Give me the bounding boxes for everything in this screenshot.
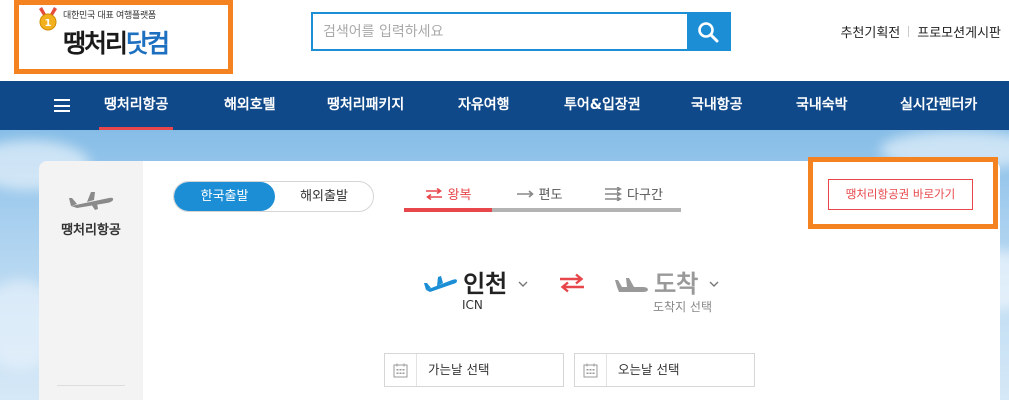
tab-one-way-label: 편도 bbox=[538, 188, 563, 203]
main-nav: 땡처리항공 해외호텔 땡처리패키지 자유여행 투어&입장권 국내항공 국내숙박 … bbox=[0, 81, 1009, 130]
side-tab-label: 땡처리항공 bbox=[61, 223, 121, 238]
chevron-down-icon bbox=[709, 281, 719, 287]
logo-tagline: 대한민국 대표 여행플랫폼 bbox=[63, 11, 156, 21]
nav-item-overseas-hotel[interactable]: 해외호텔 bbox=[224, 81, 276, 130]
origin-city: 인천 bbox=[463, 270, 508, 298]
nav-item-domestic-flight[interactable]: 국내항공 bbox=[691, 81, 743, 130]
flight-deals-shortcut-button[interactable]: 땡처리항공권 바로가기 bbox=[828, 179, 973, 210]
depart-date-field[interactable]: 가는날 선택 bbox=[384, 353, 564, 387]
departure-toggle: 한국출발 해외출발 bbox=[173, 181, 374, 212]
calendar-icon bbox=[583, 363, 598, 377]
nav-item-package[interactable]: 땡처리패키지 bbox=[327, 81, 404, 130]
swap-icon[interactable] bbox=[559, 273, 585, 293]
tab-multi-city[interactable]: 다구간 bbox=[586, 179, 681, 212]
toggle-korea-departure[interactable]: 한국출발 bbox=[174, 182, 275, 211]
return-date-field[interactable]: 오는날 선택 bbox=[574, 353, 755, 387]
top-links: 추천기획전 프로모션게시판 bbox=[840, 22, 1001, 41]
search-button[interactable] bbox=[687, 14, 729, 49]
origin-code: ICN bbox=[462, 298, 483, 312]
shortcut-highlight: 땡처리항공권 바로가기 bbox=[808, 157, 998, 229]
toggle-overseas-departure[interactable]: 해외출발 bbox=[275, 182, 373, 211]
destination-hint: 도착지 선택 bbox=[653, 300, 713, 314]
nav-item-free-travel[interactable]: 자유여행 bbox=[458, 81, 510, 130]
departure-plane-icon bbox=[424, 276, 457, 292]
medal-number: 1 bbox=[45, 18, 52, 29]
calendar-icon bbox=[393, 363, 408, 377]
top-link-recommended[interactable]: 추천기획전 bbox=[840, 22, 900, 41]
search-icon bbox=[698, 21, 719, 42]
side-tab-flight[interactable]: 땡처리항공 bbox=[39, 161, 143, 400]
return-date-label: 오는날 선택 bbox=[618, 362, 680, 377]
top-link-divider bbox=[908, 26, 910, 37]
tab-one-way[interactable]: 편도 bbox=[492, 179, 586, 212]
menu-icon[interactable] bbox=[54, 99, 70, 112]
search-input[interactable] bbox=[313, 14, 687, 49]
search-bar bbox=[311, 12, 731, 51]
site-header: 1 대한민국 대표 여행플랫폼 땡처리닷컴 추천기획전 프로모션게시판 bbox=[0, 0, 1009, 81]
airplane-icon bbox=[69, 192, 114, 210]
origin-selector[interactable]: 인천 ICN bbox=[424, 264, 528, 312]
depart-date-icon-cell bbox=[385, 354, 417, 386]
destination-selector[interactable]: 도착 도착지 선택 bbox=[615, 264, 719, 314]
top-link-promotion[interactable]: 프로모션게시판 bbox=[917, 22, 1001, 41]
multi-city-icon bbox=[605, 186, 622, 201]
flight-search-card: 한국출발 해외출발 왕복 편도 다구간 땡처리항공권 바로가기 인천 ICN 도… bbox=[143, 157, 1000, 400]
tab-multi-city-label: 다구간 bbox=[627, 188, 663, 203]
round-trip-icon bbox=[425, 187, 442, 200]
logo[interactable]: 1 대한민국 대표 여행플랫폼 땡처리닷컴 bbox=[14, 0, 233, 74]
return-date-icon-cell bbox=[575, 354, 607, 386]
logo-wordmark: 땡처리닷컴 bbox=[63, 24, 170, 60]
medal-icon: 1 bbox=[39, 7, 57, 31]
logo-brand-main: 땡처리 bbox=[63, 29, 128, 58]
logo-brand-accent: 닷컴 bbox=[126, 29, 170, 58]
nav-item-tour-tickets[interactable]: 투어&입장권 bbox=[564, 81, 641, 130]
depart-date-label: 가는날 선택 bbox=[428, 362, 490, 377]
nav-item-domestic-stay[interactable]: 국내숙박 bbox=[796, 81, 848, 130]
chevron-down-icon bbox=[518, 281, 528, 287]
destination-city: 도착 bbox=[654, 270, 699, 298]
tab-round-trip[interactable]: 왕복 bbox=[404, 179, 492, 212]
tab-round-trip-label: 왕복 bbox=[447, 188, 472, 203]
one-way-icon bbox=[516, 189, 534, 198]
arrival-plane-icon bbox=[615, 278, 648, 292]
nav-item-rental-car[interactable]: 실시간렌터카 bbox=[900, 81, 977, 130]
nav-item-flight-deals[interactable]: 땡처리항공 bbox=[98, 81, 174, 130]
side-divider bbox=[57, 385, 125, 386]
